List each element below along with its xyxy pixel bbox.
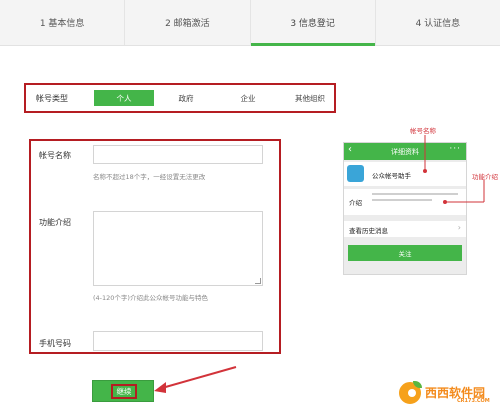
preview-header: ‹ 详细资料 ··· [344, 143, 466, 160]
account-type-section: 帐号类型 个人 政府 企业 其他组织 [24, 83, 336, 113]
preview-follow-button: 关注 [348, 245, 462, 261]
step-verification: 4 认证信息 [376, 0, 500, 45]
chevron-right-icon: › [457, 223, 461, 232]
account-type-government[interactable]: 政府 [156, 90, 216, 106]
preview-account-name: 公众帐号助手 [372, 172, 411, 180]
continue-label: 继续 [111, 384, 137, 399]
watermark-logo: 西西软件园 CR173.COM [395, 380, 500, 406]
resize-grip-icon[interactable] [255, 278, 261, 284]
step-info-registration: 3 信息登记 [250, 0, 376, 46]
step-email-activation: 2 邮箱激活 [125, 0, 251, 45]
annotation-account-name: 帐号名称 [410, 127, 436, 135]
preview-history-label: 查看历史消息 [349, 227, 388, 235]
phone-input[interactable] [93, 331, 263, 351]
arrow-annotation-icon [154, 366, 237, 393]
account-name-input[interactable] [93, 145, 263, 164]
preview-title: 详细资料 [391, 148, 419, 156]
account-type-enterprise[interactable]: 企业 [218, 90, 278, 106]
annotation-intro-line-icon [443, 180, 485, 204]
step-label: 4 认证信息 [415, 19, 461, 29]
more-icon: ··· [449, 144, 461, 154]
intro-textarea[interactable] [93, 211, 263, 286]
watermark-domain: CR173.COM [457, 398, 490, 404]
annotation-name-line-icon [423, 135, 427, 173]
account-type-label: 帐号类型 [36, 94, 68, 103]
phone-label: 手机号码 [39, 339, 71, 348]
account-name-hint: 名称不超过18个字，一经设置无法更改 [93, 173, 206, 181]
intro-hint: (4-120个字)介绍此公众帐号功能与特色 [93, 294, 208, 302]
step-label: 1 基本信息 [39, 19, 85, 29]
account-type-personal[interactable]: 个人 [94, 90, 154, 106]
account-name-label: 帐号名称 [39, 151, 71, 160]
progress-steps: 1 基本信息 2 邮箱激活 3 信息登记 4 认证信息 [0, 0, 500, 46]
preview-history-row: 查看历史消息 › [344, 221, 466, 237]
profile-preview: ‹ 详细资料 ··· 公众帐号助手 介绍 查看历史消息 › 关注 [343, 142, 467, 275]
intro-label: 功能介绍 [39, 218, 71, 227]
registration-form: 帐号名称 名称不超过18个字，一经设置无法更改 功能介绍 (4-120个字)介绍… [29, 139, 281, 354]
step-basic-info: 1 基本信息 [0, 0, 126, 45]
step-label: 2 邮箱激活 [165, 19, 210, 29]
step-label: 3 信息登记 [290, 19, 335, 29]
preview-intro-label: 介绍 [349, 199, 362, 207]
avatar [347, 165, 364, 182]
continue-button[interactable]: 继续 [92, 380, 154, 402]
account-type-other-org[interactable]: 其他组织 [280, 90, 340, 106]
